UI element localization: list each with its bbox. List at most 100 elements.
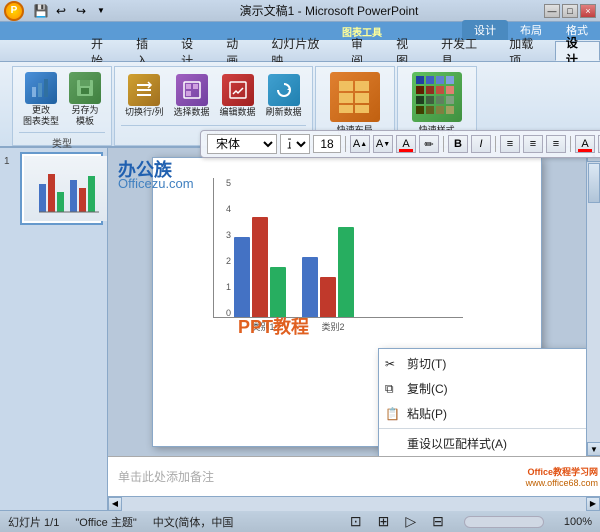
font-style-select[interactable]: 正正 [280,134,310,154]
slide-panel: 1 [0,148,108,510]
bar-2-series-3 [338,227,354,317]
quick-layout-btn[interactable]: 快速布局 [326,69,384,139]
font-size-input[interactable] [313,135,341,153]
ppt-tutorial-label: PPT教程 [238,313,309,339]
quick-style-icon [412,72,462,122]
ribbon-tabs: 开始 插入 设计 动画 幻灯片放映 审阅 视图 开发工具 加载项 设计 [0,40,600,62]
ctx-paste[interactable]: 📋 粘贴(P) [379,401,586,426]
bar-1-series-1 [234,237,250,317]
slide-editor: 办公族 Officezu.com PPT教程 5 4 3 [108,148,586,456]
window-title: 演示文稿1 - Microsoft PowerPoint [114,2,544,19]
tab-developer[interactable]: 开发工具 [430,41,498,61]
switch-row-col-btn[interactable]: 切换行/列 [121,71,168,121]
slideshow-btn[interactable]: ⊟ [432,513,444,530]
tab-design[interactable]: 设计 [170,41,215,61]
slide-number: 1 [4,156,10,167]
y-axis: 5 4 3 2 1 0 [213,178,231,318]
select-data-icon [176,74,208,106]
tab-addins[interactable]: 加载项 [498,41,555,61]
bold-btn[interactable]: B [448,135,468,153]
font-color-2-btn[interactable]: A [575,135,595,153]
mini-toolbar: 宋体 正正 A▲ A▼ A ✏ B I ≡ ≡ ≡ A 注 注 注 [200,130,600,158]
scroll-thumb[interactable] [588,163,600,203]
office-logo: P [4,1,24,21]
slide-thumb-content [24,156,108,221]
chart-type-icon [25,72,57,104]
tab-view[interactable]: 视图 [385,41,430,61]
scroll-right-btn[interactable]: ▶ [586,497,600,511]
save-as-template-btn[interactable]: 另存为模板 [65,69,105,130]
quick-layout-icon [330,72,380,122]
change-chart-type-label: 更改图表类型 [23,105,59,127]
toolbar-divider-4 [570,136,571,152]
watermark-line2: Officezu.com [118,176,194,191]
align-center-btn[interactable]: ≡ [523,135,543,153]
change-chart-type-btn[interactable]: 更改图表类型 [19,69,63,130]
toolbar-divider-2 [443,136,444,152]
vertical-scrollbar: ▲ ▼ [586,148,600,456]
normal-view-btn[interactable]: ⊡ [350,513,362,530]
restore-btn[interactable]: □ [562,4,578,18]
h-scroll-track[interactable] [122,497,586,511]
notes-placeholder: 单击此处添加备注 [118,468,214,485]
zoom-level: 100% [564,516,592,528]
toolbar-divider-3 [495,136,496,152]
minimize-btn[interactable]: — [544,4,560,18]
switch-icon [128,74,160,106]
title-bar: P 💾 ↩ ↪ ▼ 演示文稿1 - Microsoft PowerPoint —… [0,0,600,22]
tab-review[interactable]: 审阅 [340,41,385,61]
refresh-data-btn[interactable]: 刷新数据 [262,71,306,121]
align-left-btn[interactable]: ≡ [500,135,520,153]
copy-icon: ⧉ [385,381,394,396]
quick-access-toolbar: 💾 ↩ ↪ ▼ [28,2,114,20]
tab-slideshow[interactable]: 幻灯片放映 [260,41,340,61]
increase-font-btn[interactable]: A▲ [350,135,370,153]
horizontal-scrollbar: ◀ ▶ [108,496,600,510]
select-data-label: 选择数据 [174,107,210,118]
align-right-btn[interactable]: ≡ [546,135,566,153]
slide-info: 幻灯片 1/1 [8,514,59,530]
ctx-separator-1 [379,428,586,429]
save-quick-btn[interactable]: 💾 [32,2,50,20]
ctx-cut[interactable]: ✂ 剪切(T) [379,351,586,376]
bar-group-1 [234,217,286,317]
save-template-label: 另存为模板 [72,105,99,127]
ribbon-group-type: 更改图表类型 另存为模板 类型 [12,66,112,146]
zoom-slider[interactable] [464,516,544,528]
italic-btn[interactable]: I [471,135,491,153]
thumb-chart [34,164,104,214]
group-type-label: 类型 [19,132,105,150]
redo-btn[interactable]: ↪ [72,2,90,20]
scroll-down-btn[interactable]: ▼ [587,442,600,456]
scroll-track[interactable] [587,162,600,442]
select-data-btn[interactable]: 选择数据 [170,71,214,121]
scroll-left-btn[interactable]: ◀ [108,497,122,511]
status-bar: 幻灯片 1/1 "Office 主题" 中文(简体，中国 ⊡ ⊞ ▷ ⊟ 100… [0,510,600,532]
edit-data-btn[interactable]: 编辑数据 [216,71,260,121]
close-btn[interactable]: × [580,4,596,18]
bar-1-series-3 [270,267,286,317]
reading-view-btn[interactable]: ▷ [405,513,416,530]
ctx-copy[interactable]: ⧉ 复制(C) [379,376,586,401]
highlight-btn[interactable]: ✏ [419,135,439,153]
slide-area: 办公族 Officezu.com PPT教程 5 4 3 [108,148,600,510]
slide-sorter-btn[interactable]: ⊞ [378,513,390,530]
tab-insert[interactable]: 插入 [125,41,170,61]
decrease-font-btn[interactable]: A▼ [373,135,393,153]
font-color-btn[interactable]: A [396,135,416,153]
font-select[interactable]: 宋体 [207,134,277,154]
cut-icon: ✂ [385,357,395,371]
tab-home[interactable]: 开始 [80,41,125,61]
bar-group-2 [302,227,354,317]
slide-and-scroll: 办公族 Officezu.com PPT教程 5 4 3 [108,148,600,456]
undo-btn[interactable]: ↩ [52,2,70,20]
theme-info: "Office 主题" [75,514,136,530]
ctx-reset-style[interactable]: 重设以匹配样式(A) [379,431,586,456]
quick-style-btn[interactable]: 快速样式 [408,69,466,139]
paste-icon: 📋 [385,407,400,421]
slide-thumbnail[interactable] [20,152,103,225]
slide-notes[interactable]: 单击此处添加备注 [108,456,600,496]
tab-chart-design[interactable]: 设计 [555,41,600,61]
tab-animation[interactable]: 动画 [215,41,260,61]
more-quick-btn[interactable]: ▼ [92,2,110,20]
